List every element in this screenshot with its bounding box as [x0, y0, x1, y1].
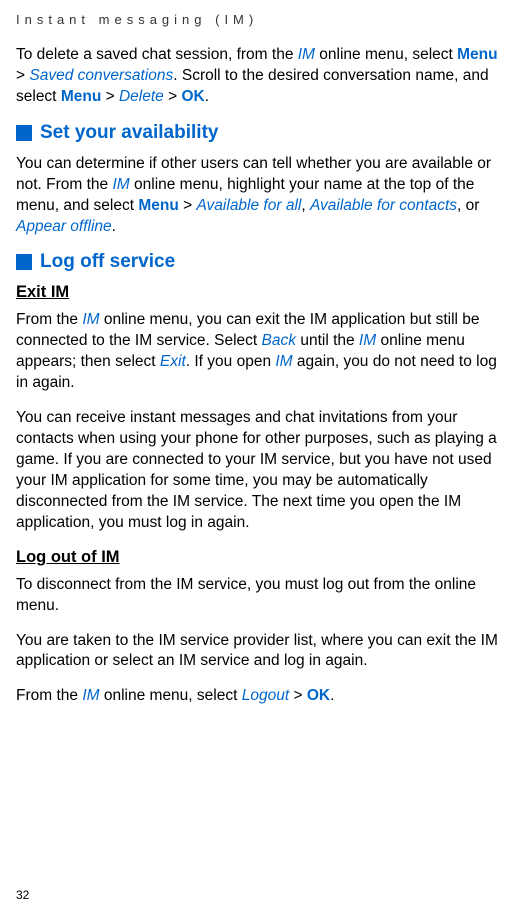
delete-link[interactable]: Delete	[119, 88, 164, 105]
menu-link[interactable]: Menu	[61, 88, 101, 105]
separator: >	[16, 67, 29, 84]
text: until the	[296, 332, 359, 349]
section-set-availability: Set your availability	[16, 122, 499, 144]
section-heading-text: Set your availability	[40, 122, 218, 144]
saved-conversations-link[interactable]: Saved conversations	[29, 67, 173, 84]
exit-link[interactable]: Exit	[160, 353, 186, 370]
text: From the	[16, 687, 82, 704]
separator: >	[101, 88, 119, 105]
text: .	[330, 687, 334, 704]
square-bullet-icon	[16, 125, 32, 141]
available-for-all-link[interactable]: Available for all	[197, 197, 302, 214]
square-bullet-icon	[16, 254, 32, 270]
availability-paragraph: You can determine if other users can tel…	[16, 154, 499, 238]
ok-link[interactable]: OK	[307, 687, 330, 704]
im-link[interactable]: IM	[112, 176, 129, 193]
back-link[interactable]: Back	[262, 332, 296, 349]
logout-paragraph-2: You are taken to the IM service provider…	[16, 631, 499, 673]
text: From the	[16, 311, 82, 328]
page-number: 32	[16, 888, 29, 902]
logout-paragraph-3: From the IM online menu, select Logout >…	[16, 686, 499, 707]
separator: >	[289, 687, 307, 704]
text: online menu, select	[100, 687, 242, 704]
separator: >	[164, 88, 182, 105]
im-link[interactable]: IM	[82, 311, 99, 328]
text: ,	[301, 197, 310, 214]
ok-link[interactable]: OK	[181, 88, 204, 105]
separator: >	[179, 197, 197, 214]
im-link[interactable]: IM	[298, 46, 315, 63]
text: .	[205, 88, 209, 105]
logout-paragraph-1: To disconnect from the IM service, you m…	[16, 575, 499, 617]
available-for-contacts-link[interactable]: Available for contacts	[310, 197, 457, 214]
exit-im-paragraph-2: You can receive instant messages and cha…	[16, 408, 499, 534]
section-log-off: Log off service	[16, 251, 499, 273]
text: To delete a saved chat session, from the	[16, 46, 298, 63]
menu-link[interactable]: Menu	[457, 46, 497, 63]
intro-paragraph: To delete a saved chat session, from the…	[16, 45, 499, 108]
menu-link[interactable]: Menu	[138, 197, 178, 214]
im-link[interactable]: IM	[359, 332, 376, 349]
subheading-log-out: Log out of IM	[16, 548, 499, 567]
text: .	[112, 218, 116, 235]
text: , or	[457, 197, 479, 214]
page-header: Instant messaging (IM)	[16, 12, 499, 27]
appear-offline-link[interactable]: Appear offline	[16, 218, 112, 235]
im-link[interactable]: IM	[82, 687, 99, 704]
im-link[interactable]: IM	[275, 353, 292, 370]
exit-im-paragraph-1: From the IM online menu, you can exit th…	[16, 310, 499, 394]
subheading-exit-im: Exit IM	[16, 283, 499, 302]
text: . If you open	[186, 353, 276, 370]
section-heading-text: Log off service	[40, 251, 175, 273]
text: online menu, select	[315, 46, 457, 63]
logout-link[interactable]: Logout	[242, 687, 289, 704]
